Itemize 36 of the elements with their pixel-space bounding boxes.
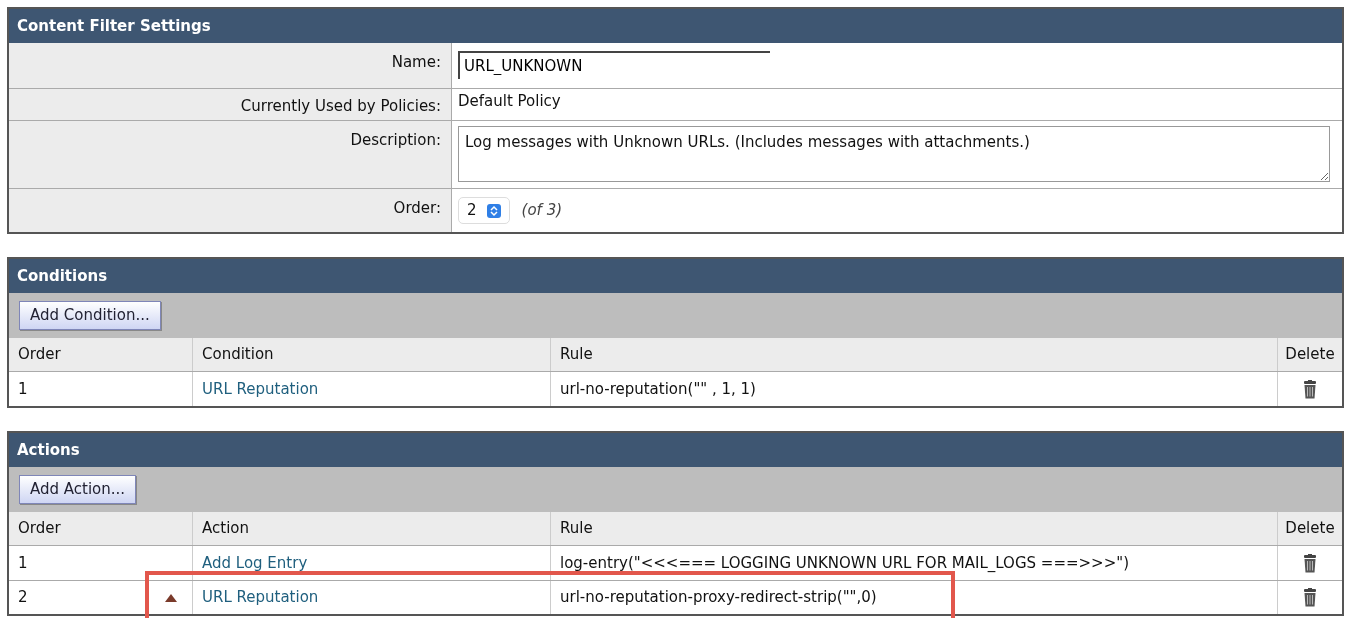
order-select[interactable]: 2: [458, 197, 510, 224]
description-field[interactable]: Log messages with Unknown URLs. (Includes messages with attachments.): [458, 126, 1330, 182]
name-field[interactable]: URL_UNKNOWN: [458, 51, 770, 79]
order-cell-text: 2: [18, 587, 28, 609]
panel-header: Conditions: [9, 259, 1342, 293]
rule-cell-text: log-entry("<<<=== LOGGING UNKNOWN URL FOR MAIL_LOGS ===>>>"): [560, 552, 1129, 574]
condition-link[interactable]: Add Log Entry: [202, 551, 308, 575]
trash-icon[interactable]: [1302, 379, 1318, 399]
order-cell-text: 1: [18, 378, 28, 400]
column-header: Delete: [1285, 518, 1335, 540]
trash-icon[interactable]: [1302, 588, 1318, 607]
field-label: Order:: [393, 198, 441, 219]
field-label: Currently Used by Policies:: [240, 96, 441, 117]
condition-link[interactable]: URL Reputation: [202, 377, 319, 401]
field-label: Name:: [391, 52, 441, 73]
column-header: Condition: [202, 344, 274, 366]
order-cell-text: 1: [18, 552, 28, 574]
column-header: Delete: [1285, 344, 1335, 366]
add-button[interactable]: Add Condition...: [19, 301, 161, 330]
field-value: Default Policy: [458, 92, 561, 110]
add-button[interactable]: Add Action...: [19, 475, 137, 504]
stepper-icon: [486, 203, 501, 218]
column-header: Rule: [560, 518, 593, 540]
panel-header: Content Filter Settings: [9, 9, 1342, 43]
move-up-icon[interactable]: [165, 593, 177, 602]
condition-link[interactable]: URL Reputation: [202, 586, 319, 609]
rule-cell-text: url-no-reputation-proxy-redirect-strip("",0): [560, 587, 877, 609]
column-header: Order: [18, 344, 61, 366]
order-note: (of 3): [521, 200, 563, 222]
column-header: Rule: [560, 344, 593, 366]
rule-cell-text: url-no-reputation("" , 1, 1): [560, 378, 756, 400]
trash-icon[interactable]: [1302, 553, 1318, 573]
field-label: Description:: [350, 130, 441, 151]
panel-header: Actions: [9, 433, 1342, 467]
column-header: Action: [202, 518, 249, 540]
column-header: Order: [18, 518, 61, 540]
